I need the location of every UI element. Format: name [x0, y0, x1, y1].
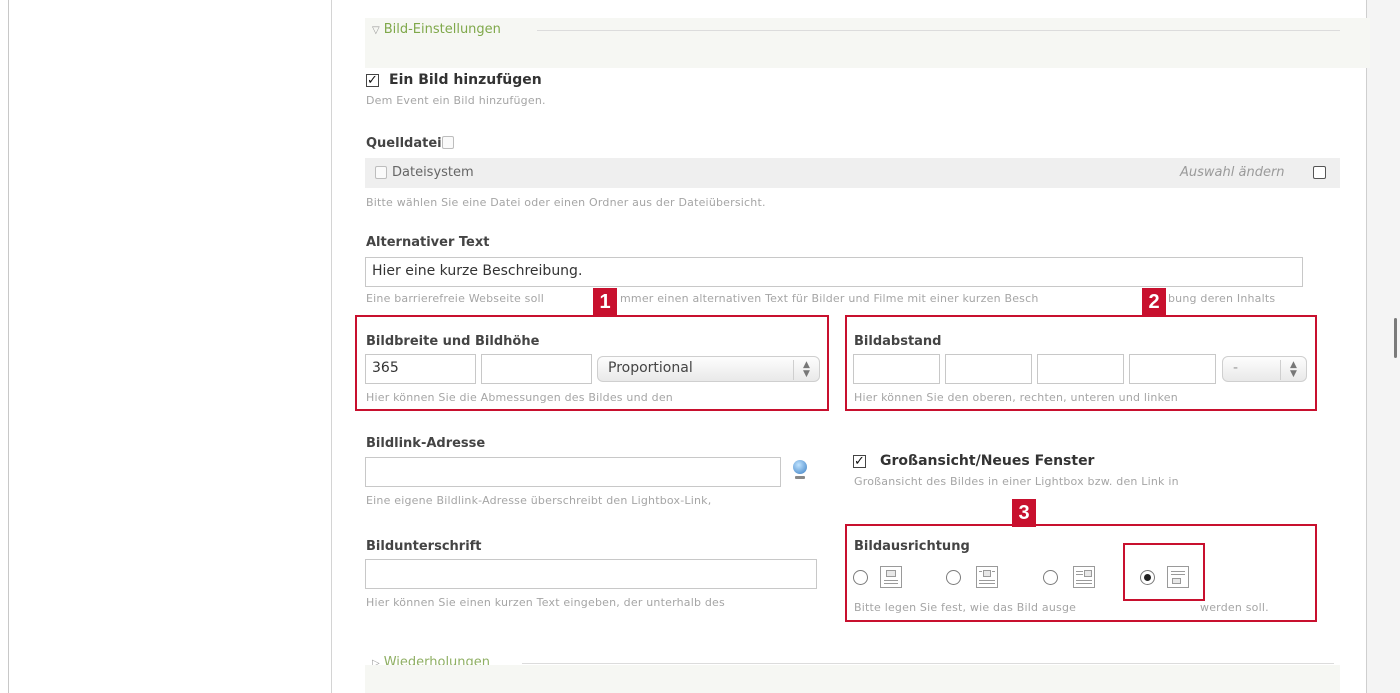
align-radio-top[interactable] [853, 570, 868, 585]
align-bottom-icon [1167, 566, 1189, 588]
spacing-label: Bildabstand [854, 334, 942, 349]
alt-text-help-1: Eine barrierefreie Webseite soll [366, 292, 545, 305]
width-input[interactable]: 365 [365, 354, 476, 384]
section-divider-line [522, 663, 1334, 664]
section-title-image-settings: Bild-Einstellungen [383, 22, 501, 37]
align-right-icon [1073, 566, 1095, 588]
spacing-left-input[interactable] [1129, 354, 1216, 384]
source-file-name: Dateisystem [392, 165, 474, 180]
link-help: Eine eigene Bildlink-Adresse überschreib… [366, 494, 712, 507]
select-arrows-icon: ▲ ▼ [793, 360, 819, 380]
alt-text-input[interactable]: Hier eine kurze Beschreibung. [365, 257, 1303, 287]
badge-2: 2 [1142, 288, 1166, 316]
left-pane [9, 0, 331, 693]
globe-stand [795, 476, 805, 479]
source-file-help: Bitte wählen Sie eine Datei oder einen O… [366, 196, 766, 209]
section-bar-image-settings [365, 18, 1370, 68]
lightbox-checkbox[interactable]: ✓ [853, 455, 866, 468]
file-icon [442, 136, 454, 149]
align-radio-bottom[interactable] [1140, 570, 1155, 585]
add-image-checkbox[interactable]: ✓ [366, 74, 379, 87]
alt-text-help-2: mmer einen alternativen Text für Bilder … [620, 292, 1039, 305]
spacing-bottom-input[interactable] [1037, 354, 1124, 384]
height-input[interactable] [481, 354, 592, 384]
align-radio-right[interactable] [1043, 570, 1058, 585]
spacing-help: Hier können Sie den oberen, rechten, unt… [854, 391, 1178, 404]
alignment-help-1: Bitte legen Sie fest, wie das Bild ausge [854, 601, 1077, 614]
spacing-unit-value: - [1233, 360, 1239, 376]
change-selection-button[interactable] [1313, 166, 1326, 179]
highlight-box-selected-alignment [1123, 543, 1205, 601]
caption-input[interactable] [365, 559, 817, 589]
size-mode-select[interactable]: Proportional ▲ ▼ [597, 356, 820, 382]
alt-text-label: Alternativer Text [366, 235, 490, 250]
scrollbar-thumb[interactable] [1394, 318, 1397, 358]
alt-text-help-3: bung deren Inhalts [1168, 292, 1276, 305]
spacing-unit-select[interactable]: - ▲ ▼ [1222, 356, 1307, 382]
section-divider-line [537, 30, 1340, 31]
size-help: Hier können Sie die Abmessungen des Bild… [366, 391, 673, 404]
source-file-label: Quelldatei [366, 136, 442, 151]
badge-3: 3 [1012, 499, 1036, 527]
filesystem-icon [375, 166, 387, 179]
spacing-top-input[interactable] [853, 354, 940, 384]
caption-help: Hier können Sie einen kurzen Text eingeb… [366, 596, 725, 609]
badge-1: 1 [593, 288, 617, 316]
section-toggle-image-settings[interactable]: ▽ Bild-Einstellungen [372, 22, 501, 37]
caption-label: Bildunterschrift [366, 539, 482, 554]
size-mode-value: Proportional [608, 360, 693, 376]
link-label: Bildlink-Adresse [366, 436, 486, 451]
link-input[interactable] [365, 457, 781, 487]
alignment-label: Bildausrichtung [854, 539, 970, 554]
size-label: Bildbreite und Bildhöhe [366, 334, 540, 349]
align-radio-center[interactable] [946, 570, 961, 585]
spacing-right-input[interactable] [945, 354, 1032, 384]
lightbox-help: Großansicht des Bildes in einer Lightbox… [854, 475, 1179, 488]
add-image-title: Ein Bild hinzufügen [389, 72, 542, 88]
lightbox-title: Großansicht/Neues Fenster [880, 453, 1095, 469]
select-arrows-icon: ▲ ▼ [1280, 360, 1306, 380]
align-center-icon [976, 566, 998, 588]
change-selection-link[interactable]: Auswahl ändern [1180, 165, 1285, 180]
alignment-help-2: werden soll. [1200, 601, 1269, 614]
add-image-help: Dem Event ein Bild hinzufügen. [366, 94, 546, 107]
globe-icon[interactable] [793, 460, 807, 474]
align-top-icon [880, 566, 902, 588]
section-bar-repetitions [365, 665, 1340, 693]
expanded-triangle-icon: ▽ [372, 25, 380, 36]
